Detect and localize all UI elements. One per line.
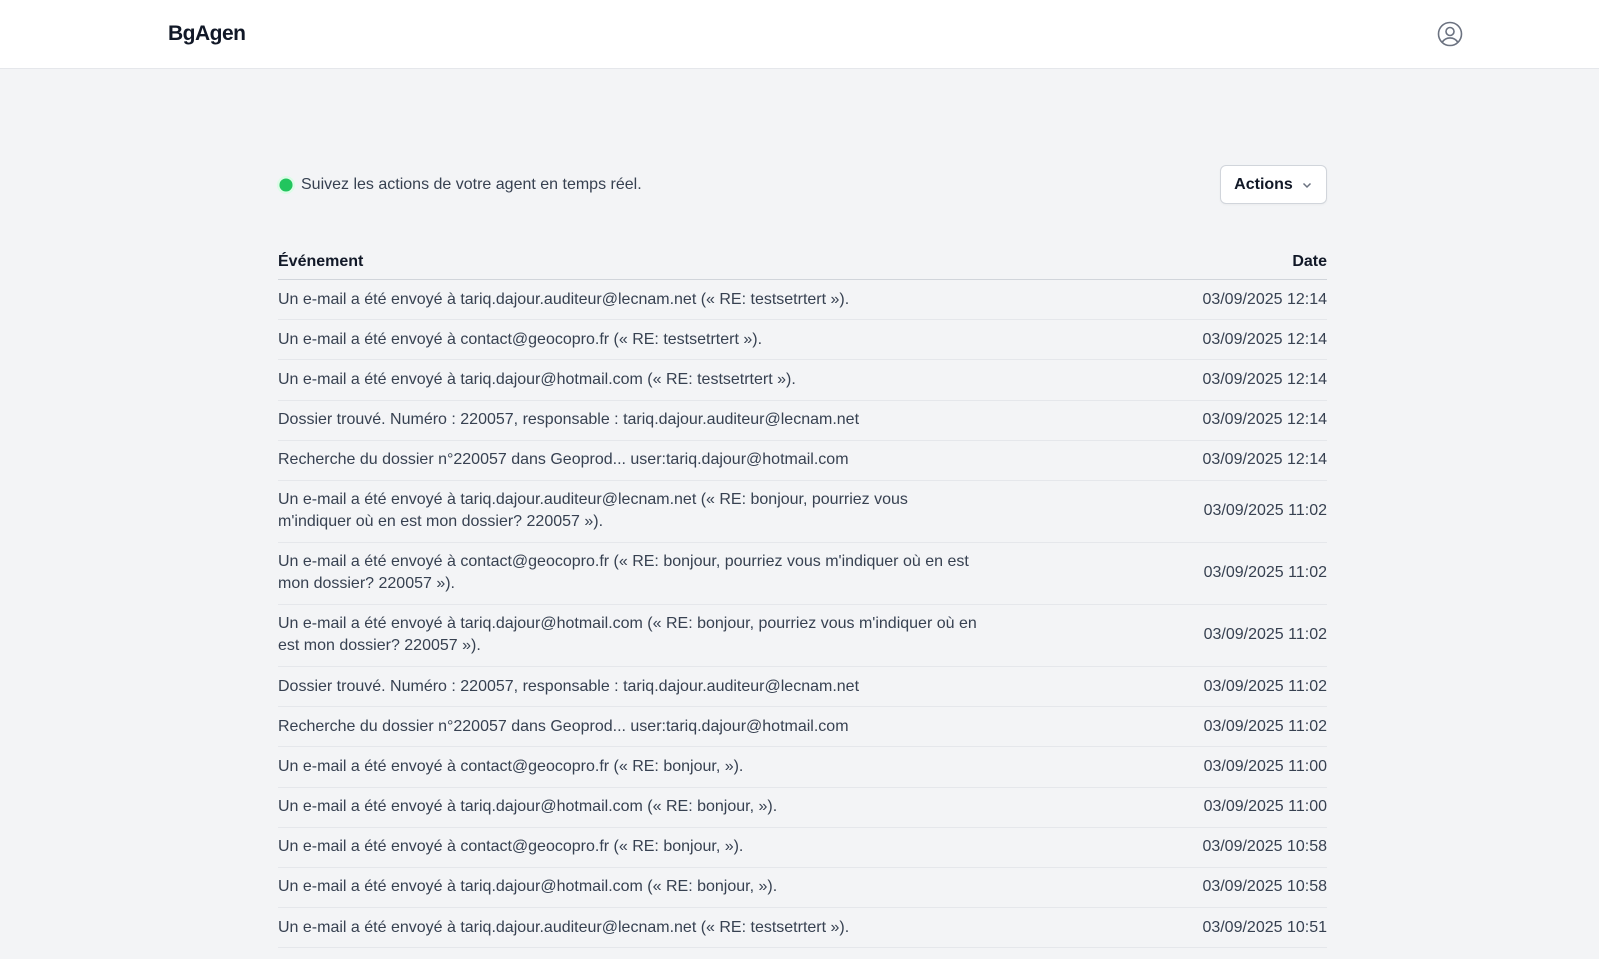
event-date: 03/09/2025 10:58 [1202, 838, 1327, 856]
event-text: Un e-mail a été envoyé à tariq.dajour@ho… [278, 615, 977, 655]
event-text: Recherche du dossier n°220057 dans Geopr… [278, 451, 849, 469]
event-date: 03/09/2025 11:00 [1203, 757, 1327, 775]
actions-button-label: Actions [1234, 175, 1293, 193]
table-row: Un e-mail a été envoyé à tariq.dajour.au… [278, 908, 1327, 949]
column-header-event: Événement [278, 252, 364, 270]
event-date: 03/09/2025 12:14 [1202, 290, 1327, 308]
event-date: 03/09/2025 12:14 [1202, 451, 1327, 469]
table-row: Un e-mail a été envoyé à contact@geocopr… [278, 543, 1327, 605]
events-table: Événement Date Un e-mail a été envoyé à … [278, 244, 1327, 949]
activity-panel: Suivez les actions de votre agent en tem… [278, 165, 1327, 949]
chevron-down-icon [1302, 182, 1311, 188]
table-row: Dossier trouvé. Numéro : 220057, respons… [278, 667, 1327, 708]
event-date: 03/09/2025 12:14 [1202, 330, 1327, 348]
event-text: Un e-mail a été envoyé à tariq.dajour.au… [278, 290, 850, 308]
event-text: Un e-mail a été envoyé à tariq.dajour@ho… [278, 878, 778, 896]
event-text: Dossier trouvé. Numéro : 220057, respons… [278, 677, 860, 695]
event-text: Un e-mail a été envoyé à contact@geocopr… [278, 838, 744, 856]
table-body: Un e-mail a été envoyé à tariq.dajour.au… [278, 280, 1327, 949]
event-text: Un e-mail a été envoyé à tariq.dajour.au… [278, 918, 850, 936]
event-date: 03/09/2025 11:02 [1203, 717, 1327, 735]
top-header: BgAgen [0, 0, 1599, 69]
activity-toolbar: Suivez les actions de votre agent en tem… [278, 165, 1327, 204]
table-row: Un e-mail a été envoyé à tariq.dajour.au… [278, 280, 1327, 321]
event-date: 03/09/2025 11:02 [1203, 626, 1327, 644]
table-row: Recherche du dossier n°220057 dans Geopr… [278, 707, 1327, 748]
event-date: 03/09/2025 10:58 [1202, 878, 1327, 896]
table-row: Un e-mail a été envoyé à tariq.dajour.au… [278, 481, 1327, 543]
user-menu-button[interactable] [1436, 20, 1464, 48]
event-text: Un e-mail a été envoyé à contact@geocopr… [278, 330, 763, 348]
table-row: Un e-mail a été envoyé à tariq.dajour@ho… [278, 605, 1327, 667]
event-text: Un e-mail a été envoyé à tariq.dajour@ho… [278, 370, 796, 388]
event-text: Recherche du dossier n°220057 dans Geopr… [278, 717, 849, 735]
event-date: 03/09/2025 11:02 [1203, 677, 1327, 695]
table-row: Un e-mail a été envoyé à contact@geocopr… [278, 320, 1327, 361]
event-text: Un e-mail a été envoyé à tariq.dajour.au… [278, 491, 908, 531]
actions-button[interactable]: Actions [1220, 165, 1327, 204]
event-date: 03/09/2025 12:14 [1202, 411, 1327, 429]
table-row: Un e-mail a été envoyé à tariq.dajour@ho… [278, 360, 1327, 401]
event-date: 03/09/2025 11:02 [1203, 564, 1327, 582]
table-row: Un e-mail a été envoyé à contact@geocopr… [278, 828, 1327, 868]
column-header-date: Date [1292, 252, 1327, 270]
live-status-dot [279, 178, 293, 192]
event-date: 03/09/2025 11:02 [1203, 502, 1327, 520]
table-row: Dossier trouvé. Numéro : 220057, respons… [278, 401, 1327, 441]
app-logo[interactable]: BgAgen [168, 22, 246, 46]
event-text: Un e-mail a été envoyé à contact@geocopr… [278, 757, 744, 775]
live-status: Suivez les actions de votre agent en tem… [278, 176, 642, 194]
table-row: Un e-mail a été envoyé à contact@geocopr… [278, 747, 1327, 788]
event-text: Un e-mail a été envoyé à contact@geocopr… [278, 553, 969, 593]
event-date: 03/09/2025 10:51 [1202, 918, 1327, 936]
event-text: Dossier trouvé. Numéro : 220057, respons… [278, 411, 860, 429]
user-circle-icon [1437, 21, 1463, 47]
event-date: 03/09/2025 12:14 [1202, 370, 1327, 388]
table-header: Événement Date [278, 244, 1327, 280]
event-text: Un e-mail a été envoyé à tariq.dajour@ho… [278, 798, 778, 816]
table-row: Recherche du dossier n°220057 dans Geopr… [278, 441, 1327, 481]
live-status-text: Suivez les actions de votre agent en tem… [301, 176, 642, 193]
table-row: Un e-mail a été envoyé à tariq.dajour@ho… [278, 868, 1327, 909]
event-date: 03/09/2025 11:00 [1203, 798, 1327, 816]
table-row: Un e-mail a été envoyé à tariq.dajour@ho… [278, 788, 1327, 828]
